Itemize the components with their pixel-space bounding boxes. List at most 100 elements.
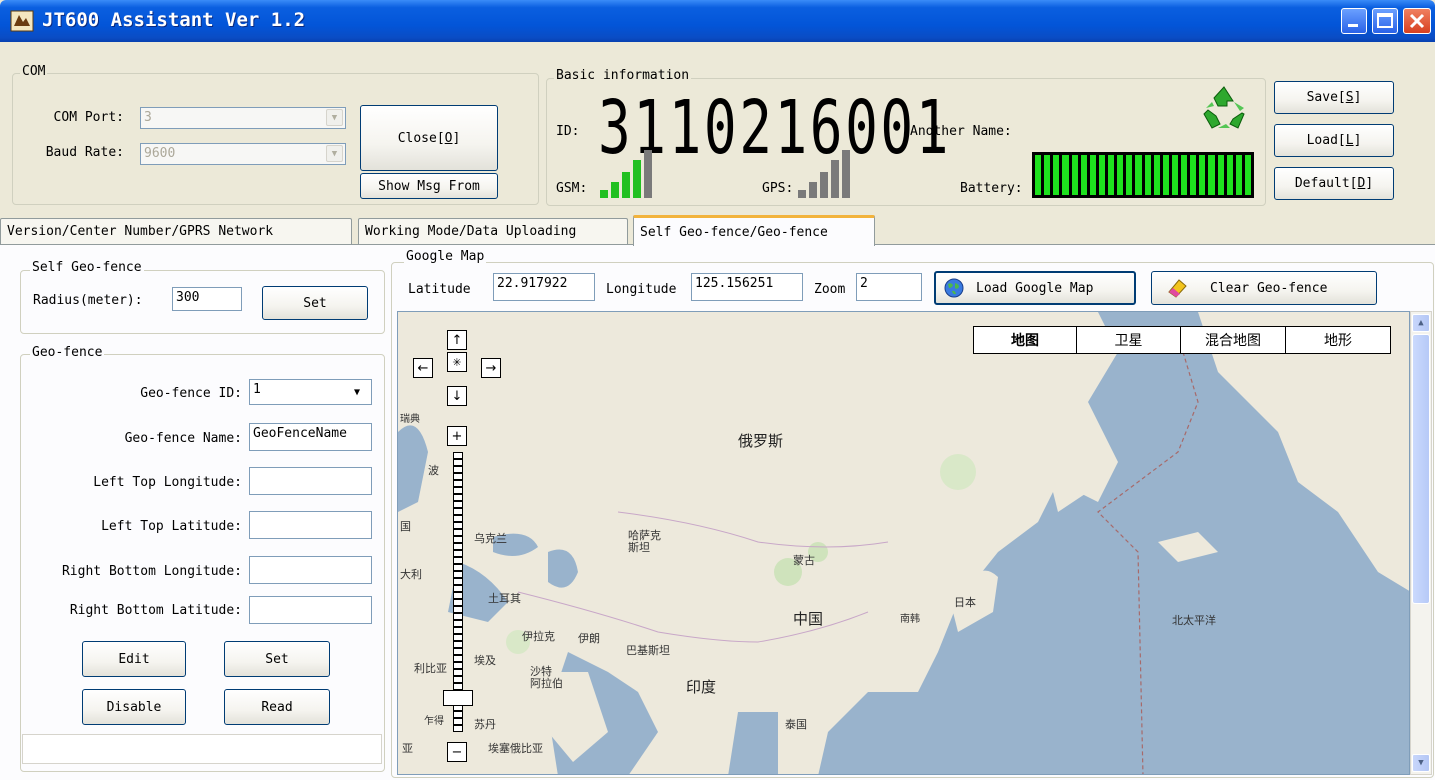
map-label-sweden: 瑞典 [400, 414, 420, 425]
latitude-input[interactable]: 22.917922 [493, 273, 595, 301]
left-top-longitude-input[interactable] [249, 467, 372, 495]
radius-set-button[interactable]: Set [262, 286, 368, 320]
right-bottom-longitude-label: Right Bottom Longitude: [61, 564, 242, 579]
pan-center-icon[interactable]: ✳ [447, 352, 467, 372]
map-type-satellite[interactable]: 卫星 [1076, 326, 1181, 354]
minimize-button[interactable] [1341, 8, 1367, 34]
map-scrollbar[interactable]: ▲ ▼ [1410, 311, 1432, 775]
close-port-label-end: ] [452, 130, 461, 146]
save-button[interactable]: Save[S] [1274, 81, 1394, 114]
tab-version-center-gprs[interactable]: Version/Center Number/GPRS Network [0, 218, 352, 244]
chevron-down-icon[interactable]: ▼ [326, 109, 343, 126]
gsm-bar [622, 172, 630, 198]
radius-input[interactable]: 300 [172, 287, 242, 311]
gps-bar [842, 150, 850, 198]
scrollbar-thumb[interactable] [1412, 334, 1430, 604]
gps-bar [809, 182, 817, 198]
right-bottom-latitude-label: Right Bottom Latitude: [69, 603, 242, 618]
title-bar[interactable]: JT600 Assistant Ver 1.2 [0, 0, 1435, 42]
chevron-down-icon[interactable]: ▼ [347, 383, 367, 401]
battery-cell [1080, 155, 1087, 195]
close-port-button[interactable]: Close[O] [360, 105, 498, 171]
scroll-up-icon[interactable]: ▲ [1412, 314, 1430, 332]
map-label-iraq: 伊拉克 [522, 630, 555, 643]
right-bottom-latitude-input[interactable] [249, 596, 372, 624]
map-label-turkey: 土耳其 [488, 592, 521, 605]
battery-cell [1199, 155, 1206, 195]
battery-cell [1153, 155, 1160, 195]
zoom-slider-handle[interactable] [443, 690, 473, 706]
zoom-in-icon[interactable]: + [447, 426, 467, 446]
chevron-down-icon[interactable]: ▼ [326, 145, 343, 162]
id-label: ID: [556, 124, 580, 139]
default-hotkey: D [1357, 176, 1366, 191]
disable-button[interactable]: Disable [82, 689, 186, 725]
right-bottom-longitude-input[interactable] [249, 556, 372, 584]
geofence-name-input[interactable]: GeoFenceName [249, 423, 372, 451]
battery-cell [1162, 155, 1169, 195]
load-hotkey: L [1345, 133, 1354, 148]
self-geofence-group-label: Self Geo-fence [30, 260, 144, 275]
map-label-south-korea: 南韩 [900, 614, 920, 625]
pan-up-icon[interactable]: ↑ [447, 330, 467, 350]
gps-bar [798, 190, 806, 198]
map-label-germany: 国 [400, 520, 411, 533]
gsm-bar [644, 150, 652, 198]
scroll-down-icon[interactable]: ▼ [1412, 754, 1430, 772]
save-label-end: ] [1353, 90, 1362, 105]
clear-geofence-button[interactable]: Clear Geo-fence [1151, 271, 1377, 305]
battery-cell [1208, 155, 1215, 195]
google-map-group-label: Google Map [404, 249, 487, 264]
pan-down-icon[interactable]: ↓ [447, 386, 467, 406]
load-button[interactable]: Load[L] [1274, 124, 1394, 157]
eraser-icon [1168, 279, 1187, 298]
com-port-select[interactable]: 3 [140, 107, 346, 129]
map-background [398, 312, 1409, 774]
close-window-button[interactable] [1403, 8, 1431, 34]
default-button[interactable]: Default[D] [1274, 167, 1394, 200]
map-label-saudi: 沙特 阿拉伯 [530, 665, 563, 690]
globe-icon [944, 278, 964, 298]
show-msg-from-button[interactable]: Show Msg From [360, 173, 498, 199]
left-top-latitude-input[interactable] [249, 511, 372, 539]
google-map[interactable]: ↑ ← ✳ → ↓ + − 地图 卫星 混合地图 地形 俄罗斯 哈萨克 斯坦 蒙… [397, 311, 1410, 775]
gsm-bar [611, 182, 619, 198]
read-button[interactable]: Read [224, 689, 330, 725]
map-label-iran: 伊朗 [578, 632, 600, 645]
maximize-button[interactable] [1372, 8, 1398, 34]
longitude-input[interactable]: 125.156251 [691, 273, 803, 301]
zoom-out-icon[interactable]: − [447, 742, 467, 762]
map-label-mongolia: 蒙古 [793, 554, 815, 567]
battery-cell [1053, 155, 1060, 195]
battery-cell [1117, 155, 1124, 195]
recycle-icon [1203, 86, 1245, 129]
map-label-ukraine: 乌克兰 [474, 532, 507, 545]
geofence-id-label: Geo-fence ID: [140, 386, 242, 401]
map-type-map[interactable]: 地图 [973, 326, 1077, 354]
gsm-signal-bars [600, 150, 660, 198]
battery-cell [1171, 155, 1178, 195]
gps-signal-bars [798, 150, 858, 198]
minimize-icon [1348, 24, 1358, 27]
tab-geofence[interactable]: Self Geo-fence/Geo-fence [633, 215, 875, 246]
com-port-label: COM Port: [53, 110, 124, 125]
battery-label: Battery: [960, 181, 1023, 196]
map-type-hybrid[interactable]: 混合地图 [1180, 326, 1286, 354]
pan-left-icon[interactable]: ← [413, 358, 433, 378]
basic-info-group-label: Basic information [554, 68, 692, 83]
map-label-north-pacific: 北太平洋 [1172, 614, 1216, 627]
map-label-india: 印度 [686, 678, 717, 696]
battery-cell [1098, 155, 1105, 195]
geofence-set-button[interactable]: Set [224, 641, 330, 677]
baud-rate-select[interactable]: 9600 [140, 143, 346, 165]
tab-working-mode[interactable]: Working Mode/Data Uploading [358, 218, 628, 244]
com-port-value: 3 [144, 110, 152, 125]
radius-label: Radius(meter): [33, 293, 143, 308]
battery-cell [1126, 155, 1133, 195]
map-type-terrain[interactable]: 地形 [1285, 326, 1391, 354]
pan-right-icon[interactable]: → [481, 358, 501, 378]
zoom-label: Zoom [814, 282, 846, 297]
zoom-input[interactable]: 2 [856, 273, 922, 301]
load-google-map-button[interactable]: Load Google Map [934, 271, 1136, 305]
edit-button[interactable]: Edit [82, 641, 186, 677]
